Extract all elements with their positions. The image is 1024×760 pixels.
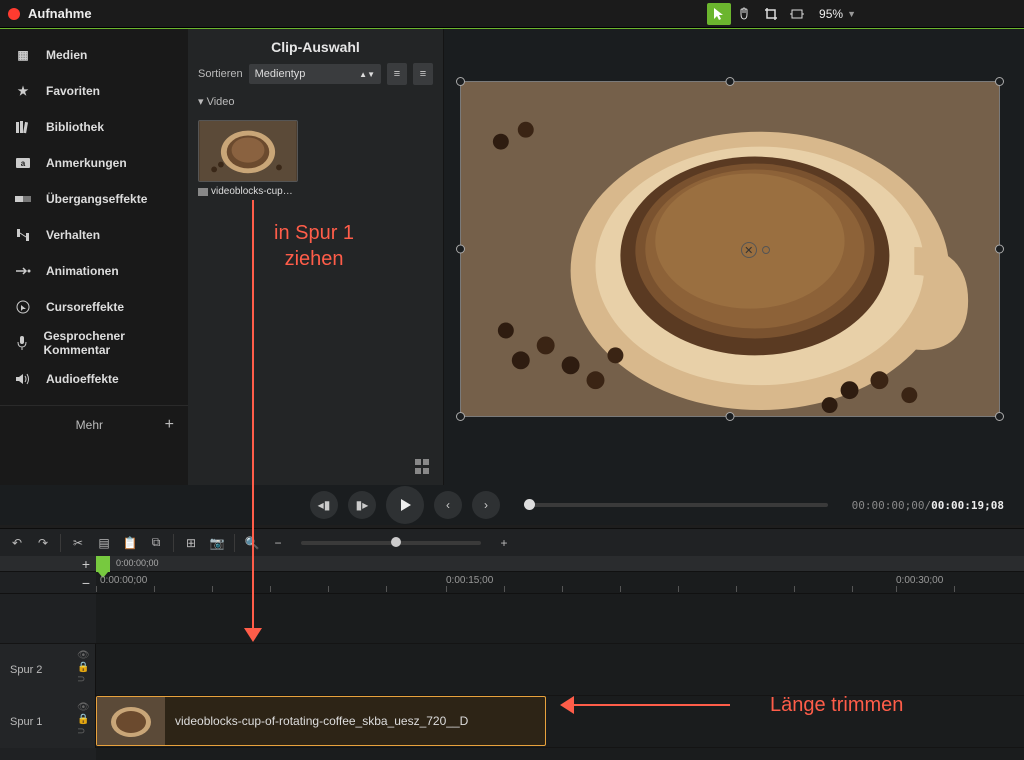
resize-handle[interactable] [726,77,735,86]
add-track-button[interactable]: + [82,556,90,572]
track-gap [96,594,1024,644]
clip-panel: Clip-Auswahl Sortieren Medientyp▲▼ ≡ ≡ ▾… [188,29,444,485]
track-1[interactable]: videoblocks-cup-of-rotating-coffee_skba_… [96,696,1024,748]
track-2[interactable] [96,644,1024,696]
playback-bar: ◂▮ ▮▸ ‹ › 00:00:00;00/00:00:19;08 [0,485,1024,525]
timeline-ruler[interactable]: 0:00:00;00 0:00:15;00 0:00:30;00 [96,572,1024,594]
magnet-icon[interactable]: ⊃ [77,674,89,684]
sort-asc-icon[interactable]: ≡ [387,63,407,85]
sort-desc-icon[interactable]: ≡ [413,63,433,85]
timeline-clip[interactable]: videoblocks-cup-of-rotating-coffee_skba_… [96,696,546,746]
sidebar-item-annotations[interactable]: aAnmerkungen [0,145,188,181]
annotation-icon: a [14,154,32,172]
step-back-button[interactable]: ‹ [434,491,462,519]
grid-view-icon[interactable] [413,457,433,477]
cut-button[interactable]: ✂ [67,532,89,554]
resize-handle[interactable] [726,412,735,421]
undo-button[interactable]: ↶ [6,532,28,554]
app-title: Aufnahme [28,6,707,21]
transition-icon [14,190,32,208]
playhead[interactable] [96,556,110,572]
next-frame-button[interactable]: ▮▸ [348,491,376,519]
resize-tool[interactable] [785,3,809,25]
preview-canvas[interactable]: ✕ [444,29,1024,485]
zoom-plus-button[interactable]: + [493,532,515,554]
star-icon: ★ [14,82,32,100]
timeline-toolbar: ↶ ↷ ✂ ▤ 📋 ⧉ ⊞ 📷 🔍 − + [0,528,1024,556]
resize-handle[interactable] [995,77,1004,86]
resize-handle[interactable] [995,245,1004,254]
resize-handle[interactable] [456,245,465,254]
sidebar-item-audioeffects[interactable]: Audioeffekte [0,361,188,397]
sidebar-item-cursoreffects[interactable]: Cursoreffekte [0,289,188,325]
paste-button[interactable]: 📋 [119,532,141,554]
media-icon: ▦ [14,46,32,64]
sidebar-item-transitions[interactable]: Übergangseffekte [0,181,188,217]
books-icon [14,118,32,136]
visibility-icon[interactable]: 👁 [77,650,89,660]
anchor-icon[interactable]: ✕ [741,242,757,258]
lock-icon[interactable]: 🔒 [77,662,89,672]
prev-frame-button[interactable]: ◂▮ [310,491,338,519]
sidebar: ▦Medien ★Favoriten Bibliothek aAnmerkung… [0,29,188,485]
sidebar-more[interactable]: Mehr [76,418,103,432]
timeline-overview[interactable]: 0:00:00;00 [96,556,1024,572]
hand-tool[interactable] [733,3,757,25]
clip-panel-title: Clip-Auswahl [188,29,443,63]
sidebar-item-favorites[interactable]: ★Favoriten [0,73,188,109]
svg-text:a: a [21,159,26,168]
video-icon [198,188,208,196]
track-header-1[interactable]: Spur 1👁🔒⊃ [0,696,96,748]
timecode: 00:00:00;00/00:00:19;08 [852,499,1004,512]
clip-thumb-icon [97,697,165,745]
rotation-handle[interactable] [762,246,770,254]
sidebar-item-library[interactable]: Bibliothek [0,109,188,145]
clip-label: videoblocks-cup-of-rotating-coffee_skba_… [175,714,468,728]
zoom-out-icon[interactable]: 🔍 [241,532,263,554]
playback-slider[interactable] [524,503,828,507]
resize-handle[interactable] [995,412,1004,421]
marker-button[interactable]: ⊞ [180,532,202,554]
sidebar-item-voiceover[interactable]: Gesprochener Kommentar [0,325,188,361]
record-icon[interactable] [8,8,20,20]
cursor-effect-icon [14,298,32,316]
remove-track-button[interactable]: − [82,575,90,591]
zoom-slider[interactable] [301,541,481,545]
magnet-icon[interactable]: ⊃ [77,726,89,736]
sidebar-item-behaviors[interactable]: Verhalten [0,217,188,253]
resize-handle[interactable] [456,77,465,86]
lock-icon[interactable]: 🔒 [77,714,89,724]
copy-button[interactable]: ▤ [93,532,115,554]
animation-icon [14,262,32,280]
snapshot-button[interactable]: 📷 [206,532,228,554]
mic-icon [14,334,30,352]
track-header-2[interactable]: Spur 2👁🔒⊃ [0,644,96,696]
resize-handle[interactable] [456,412,465,421]
crop-tool[interactable] [759,3,783,25]
step-forward-button[interactable]: › [472,491,500,519]
redo-button[interactable]: ↷ [32,532,54,554]
pointer-tool[interactable] [707,3,731,25]
clip-thumbnail[interactable] [198,120,298,182]
visibility-icon[interactable]: 👁 [77,702,89,712]
audio-icon [14,370,32,388]
zoom-level[interactable]: 95%▼ [819,7,856,21]
sort-select[interactable]: Medientyp▲▼ [249,64,381,84]
sidebar-item-animations[interactable]: Animationen [0,253,188,289]
split-button[interactable]: ⧉ [145,532,167,554]
clip-thumbnail-label: videoblocks-cup… [198,186,433,197]
sidebar-item-media[interactable]: ▦Medien [0,37,188,73]
play-button[interactable] [386,486,424,524]
add-icon[interactable]: + [165,416,174,434]
tree-node-video[interactable]: ▾ Video [188,91,443,112]
sort-label: Sortieren [198,68,243,80]
zoom-minus-button[interactable]: − [267,532,289,554]
behavior-icon [14,226,32,244]
